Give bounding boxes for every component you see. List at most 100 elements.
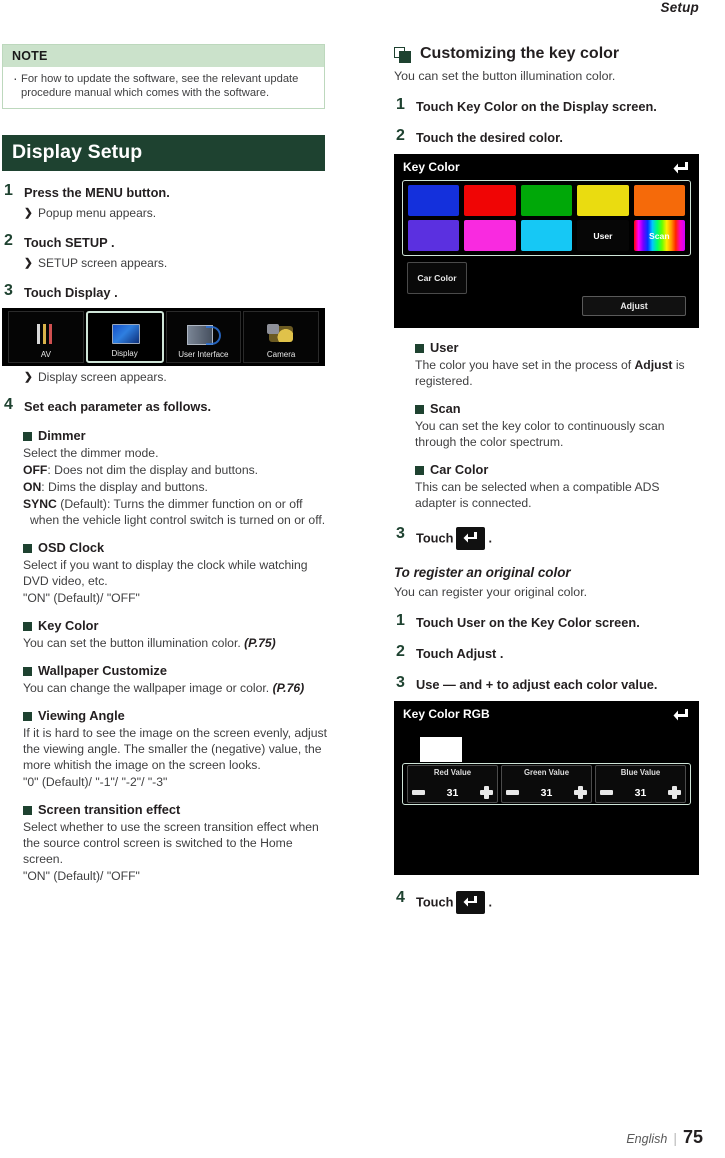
- swatch-orange[interactable]: [633, 185, 686, 216]
- rc-step-4: 4 Touch .: [394, 889, 699, 914]
- param-heading-key-color: Key Color: [2, 618, 327, 634]
- footer-language: English: [626, 1132, 668, 1146]
- reg-step-2: 2 Touch Adjust .: [394, 643, 699, 663]
- subsection-heading-register: To register an original color: [394, 565, 571, 580]
- step-label: Touch: [416, 530, 454, 546]
- step-number: 4: [4, 395, 13, 413]
- step-1: 1 Press the MENU button.: [2, 182, 327, 202]
- step-label: Touch: [416, 894, 454, 910]
- page-reference[interactable]: (P.76): [273, 681, 305, 695]
- right-column: Customizing the key color You can set th…: [394, 44, 699, 914]
- desc-scan: You can set the key color to continuousl…: [415, 419, 665, 449]
- rgb-green-minus-button[interactable]: [506, 790, 519, 795]
- step-2-result: SETUP screen appears.: [2, 255, 327, 271]
- user-interface-icon: [183, 322, 223, 348]
- back-arrow-icon[interactable]: [456, 891, 486, 914]
- rgb-blue-label: Blue Value: [620, 768, 661, 777]
- swatch-green[interactable]: [520, 185, 573, 216]
- step-4: 4 Set each parameter as follows.: [2, 395, 327, 416]
- key-color-screenshot: Key Color User Scan Car Color Adjust: [394, 154, 699, 328]
- swatch-magenta[interactable]: [464, 220, 516, 251]
- param-desc-osd-clock: Select if you want to display the clock …: [23, 557, 308, 588]
- step-number: 4: [396, 889, 405, 906]
- desc-user: The color you have set in the process of…: [394, 357, 699, 389]
- option-text: : Dims the display and buttons.: [41, 479, 208, 494]
- step-text: Use — and + to adjust each color value.: [416, 677, 658, 692]
- swatch-scan[interactable]: Scan: [633, 220, 686, 251]
- page-reference[interactable]: (P.75): [244, 636, 276, 650]
- car-color-button[interactable]: Car Color: [407, 262, 467, 294]
- step-number: 1: [396, 612, 405, 629]
- setup-menu-item-av[interactable]: AV: [8, 310, 84, 363]
- key-color-swatch-grid: User Scan: [402, 180, 691, 256]
- rc-step-2: 2 Touch the desired color.: [394, 127, 699, 147]
- step-text: Touch SETUP .: [24, 234, 115, 250]
- section-lead: You can set the button illumination colo…: [394, 69, 616, 83]
- footer-page-number: 75: [682, 1127, 703, 1147]
- rgb-red-group: Red Value 31: [407, 765, 498, 803]
- back-arrow-icon[interactable]: [456, 527, 486, 550]
- section-heading-row: Customizing the key color: [394, 44, 699, 64]
- desc-heading-car-color: Car Color: [394, 462, 699, 478]
- param-desc-text: You can change the wallpaper image or co…: [23, 680, 270, 695]
- note-heading: NOTE: [3, 45, 324, 67]
- rgb-red-plus-button[interactable]: [480, 786, 493, 799]
- option-key: ON: [23, 479, 42, 494]
- option-text: : Does not dim the display and buttons.: [47, 462, 259, 477]
- step-1-result: Popup menu appears.: [2, 205, 327, 221]
- step-number: 3: [396, 674, 405, 691]
- customize-squares-icon: [394, 47, 412, 64]
- note-box: NOTE For how to update the software, see…: [2, 44, 325, 109]
- swatch-user[interactable]: User: [577, 220, 629, 251]
- option-text: (Default): Turns the dimmer function on …: [30, 496, 326, 527]
- step-3: 3 Touch Display .: [2, 281, 327, 302]
- rgb-green-value: 31: [540, 786, 553, 799]
- rgb-blue-group: Blue Value 31: [595, 765, 686, 803]
- rgb-green-group: Green Value 31: [501, 765, 592, 803]
- setup-menu-item-display[interactable]: Display: [85, 310, 164, 363]
- param-desc-screen-transition-effect: Select whether to use the screen transit…: [23, 819, 319, 866]
- rgb-red-minus-button[interactable]: [412, 790, 425, 795]
- reg-step-3: 3 Use — and + to adjust each color value…: [394, 674, 699, 694]
- setup-menu-item-camera[interactable]: Camera: [243, 310, 319, 363]
- rc-step-1: 1 Touch Key Color on the Display screen.: [394, 96, 699, 116]
- step-text: Touch Key Color on the Display screen.: [416, 99, 657, 114]
- param-desc-key-color: You can set the button illumination colo…: [2, 635, 327, 651]
- swatch-yellow[interactable]: [577, 185, 629, 216]
- param-heading-viewing-angle: Viewing Angle: [2, 708, 327, 724]
- back-arrow-icon[interactable]: [672, 706, 690, 724]
- adjust-button[interactable]: Adjust: [582, 296, 686, 316]
- step-text: Touch Display .: [24, 284, 118, 300]
- rgb-green-plus-button[interactable]: [574, 786, 587, 799]
- param-heading-screen-transition-effect: Screen transition effect: [2, 802, 327, 818]
- step-text: Touch User on the Key Color screen.: [416, 615, 640, 630]
- section-title: Display Setup: [12, 141, 143, 164]
- rgb-blue-minus-button[interactable]: [600, 790, 613, 795]
- rgb-red-value: 31: [446, 786, 459, 799]
- step-period: .: [488, 530, 492, 546]
- rgb-screen-title: Key Color RGB: [403, 707, 490, 721]
- swatch-red[interactable]: [464, 185, 516, 216]
- param-values-viewing-angle: "0" (Default)/ "-1"/ "-2"/ "-3": [23, 774, 168, 789]
- swatch-row-2: User Scan: [408, 220, 686, 251]
- step-number: 3: [4, 281, 13, 299]
- swatch-scan-label: Scan: [649, 230, 670, 241]
- rgb-blue-plus-button[interactable]: [668, 786, 681, 799]
- param-desc-text: You can set the button illumination colo…: [23, 635, 241, 650]
- back-arrow-icon[interactable]: [672, 159, 690, 177]
- setup-menu-item-user-interface[interactable]: User Interface: [165, 310, 242, 363]
- setup-menu-label: AV: [40, 349, 51, 359]
- rgb-slider-bar: Red Value 31 Green Value 31 Blue Value 3…: [402, 763, 691, 805]
- display-monitor-icon: [105, 321, 145, 347]
- param-option-on: ON: Dims the display and buttons.: [2, 479, 327, 495]
- param-option-sync: SYNC (Default): Turns the dimmer functio…: [2, 496, 327, 528]
- param-heading-wallpaper-customize: Wallpaper Customize: [2, 663, 327, 679]
- footer-separator: |: [673, 1130, 677, 1146]
- swatch-purple[interactable]: [408, 220, 460, 251]
- key-color-screen-title: Key Color: [403, 160, 460, 174]
- param-heading-dimmer: Dimmer: [2, 428, 327, 444]
- swatch-blue[interactable]: [408, 185, 460, 216]
- step-text: Touch Adjust .: [416, 646, 504, 661]
- step-3-result: Display screen appears.: [2, 369, 327, 385]
- swatch-cyan[interactable]: [520, 220, 573, 251]
